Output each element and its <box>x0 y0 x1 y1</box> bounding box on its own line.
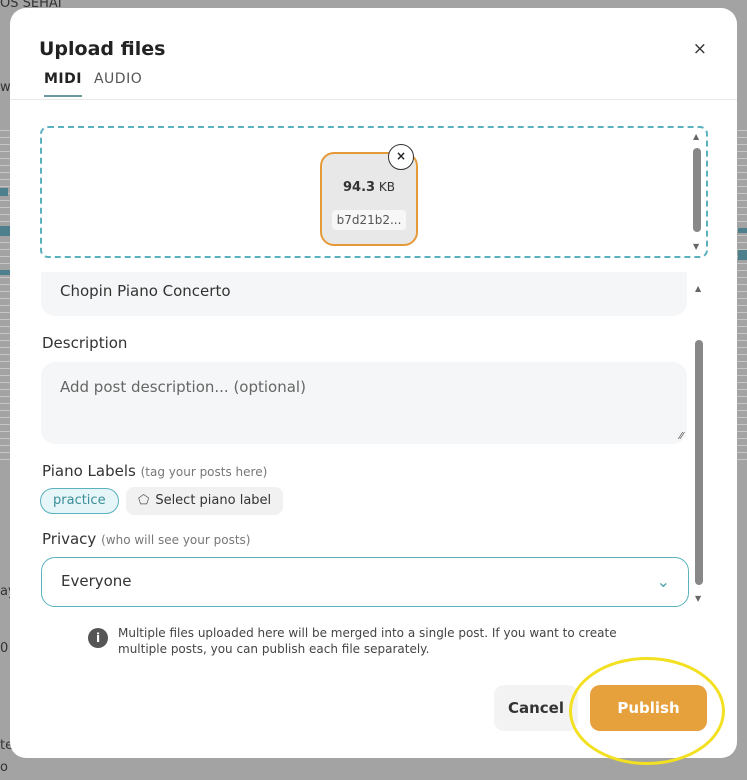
background-block <box>738 250 747 260</box>
background-block <box>738 228 747 233</box>
privacy-text: Privacy <box>42 530 97 548</box>
scroll-down-icon[interactable]: ▼ <box>693 242 699 251</box>
resize-handle-icon[interactable]: ⁄⁄ <box>680 431 683 442</box>
upload-files-dialog: Upload files × MIDI AUDIO 94.3 KB b7d21b… <box>10 8 737 758</box>
info-text: Multiple files uploaded here will be mer… <box>118 626 617 656</box>
post-title-input[interactable]: Chopin Piano Concerto <box>41 272 687 316</box>
tag-chip-practice[interactable]: practice <box>40 488 119 514</box>
background-block <box>0 226 10 236</box>
description-label: Description <box>42 334 128 352</box>
merge-info-note: i Multiple files uploaded here will be m… <box>88 625 648 657</box>
scrollbar-thumb[interactable] <box>695 340 703 585</box>
info-icon: i <box>88 628 108 648</box>
description-placeholder: Add post description... (optional) <box>60 378 306 396</box>
privacy-value: Everyone <box>61 572 132 590</box>
select-piano-label-text: Select piano label <box>155 493 272 508</box>
privacy-select[interactable]: Everyone ⌄ <box>41 557 689 607</box>
scroll-up-icon[interactable]: ▲ <box>693 132 699 141</box>
form-scrollbar[interactable]: ▲ ▼ <box>694 284 704 606</box>
background-text: 0 <box>0 641 9 656</box>
dropzone-scrollbar[interactable]: ▲ ▼ <box>692 132 702 252</box>
file-size: 94.3 KB <box>322 180 416 195</box>
file-size-value: 94.3 <box>342 180 376 195</box>
piano-labels-label: Piano Labels (tag your posts here) <box>42 462 267 480</box>
tab-audio[interactable]: AUDIO <box>94 71 142 97</box>
tag-icon: ⬠ <box>138 493 150 508</box>
uploaded-file-card[interactable]: 94.3 KB b7d21b2... × <box>320 144 418 246</box>
file-size-unit: KB <box>378 180 395 194</box>
background-lines-right <box>737 130 747 460</box>
header-divider <box>10 99 737 100</box>
chevron-down-icon: ⌄ <box>656 572 670 591</box>
dialog-title: Upload files <box>39 38 166 60</box>
select-piano-label-button[interactable]: ⬠ Select piano label <box>126 487 284 515</box>
upload-type-tabs: MIDI AUDIO <box>44 71 142 97</box>
privacy-hint: (who will see your posts) <box>101 533 251 547</box>
background-text: o <box>0 760 8 775</box>
tab-midi[interactable]: MIDI <box>44 71 82 97</box>
publish-button[interactable]: Publish <box>590 685 707 731</box>
description-textarea[interactable]: Add post description... (optional) ⁄⁄ <box>41 362 687 444</box>
privacy-label: Privacy (who will see your posts) <box>42 530 250 548</box>
remove-file-icon[interactable]: × <box>388 144 414 170</box>
cancel-button[interactable]: Cancel <box>494 685 578 731</box>
background-block <box>0 270 10 275</box>
scroll-up-icon[interactable]: ▲ <box>695 284 701 293</box>
scroll-down-icon[interactable]: ▼ <box>695 594 701 603</box>
post-form: Chopin Piano Concerto Description Add po… <box>10 264 737 608</box>
file-dropzone[interactable]: 94.3 KB b7d21b2... × ▲ ▼ <box>40 126 708 258</box>
piano-labels-text: Piano Labels <box>42 462 136 480</box>
piano-labels-hint: (tag your posts here) <box>140 465 268 479</box>
file-name: b7d21b2... <box>332 210 406 230</box>
background-lines-left <box>0 130 10 460</box>
scrollbar-thumb[interactable] <box>693 148 701 232</box>
background-block <box>0 188 8 196</box>
close-icon[interactable]: × <box>693 41 707 58</box>
